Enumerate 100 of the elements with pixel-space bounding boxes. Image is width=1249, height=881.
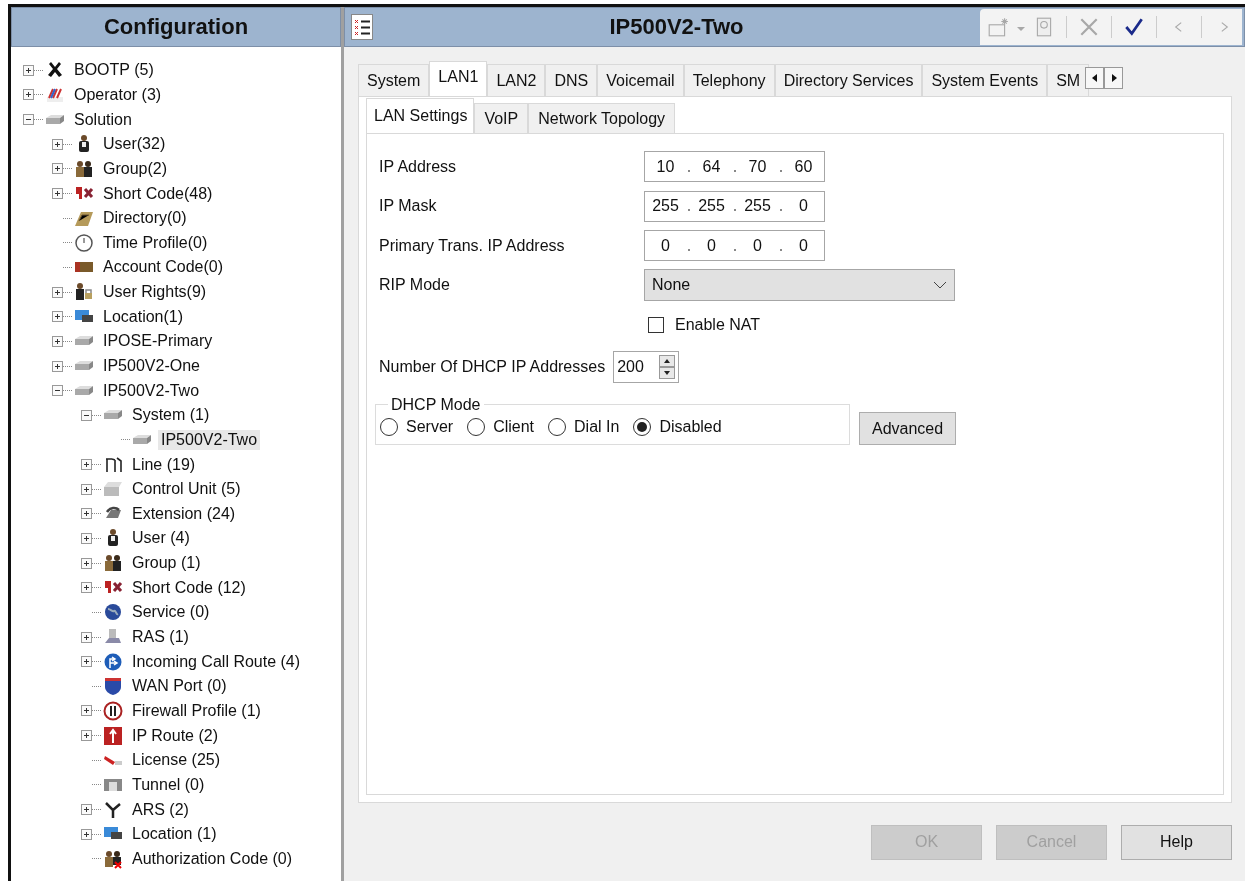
expand-toggle[interactable] (81, 557, 92, 569)
tree-item[interactable]: Tunnel (0) (129, 774, 208, 795)
checkbox[interactable] (648, 316, 664, 333)
globe-icon (103, 602, 123, 623)
tree-item[interactable]: Operator (3) (71, 84, 165, 105)
tree-item[interactable]: IP500V2-One (100, 356, 203, 376)
tree-item[interactable]: IP500V2-Two (100, 380, 203, 401)
expand-toggle[interactable] (81, 533, 92, 544)
tab[interactable]: System (358, 64, 430, 96)
expand-toggle[interactable] (52, 163, 63, 175)
expand-toggle[interactable] (81, 483, 92, 495)
advanced-button[interactable]: Advanced (859, 411, 957, 445)
shield-sign-icon (103, 676, 123, 697)
tree-item[interactable]: Group (1) (129, 553, 204, 574)
tree-item[interactable]: Line (19) (129, 454, 199, 475)
field-label: Number Of DHCP IP Addresses (379, 358, 606, 376)
ip-address-field[interactable]: 0 0 0 0 (644, 230, 825, 262)
tree-item[interactable]: ARS (2) (129, 799, 192, 820)
collapse-toggle[interactable] (81, 409, 92, 421)
expand-toggle[interactable] (23, 89, 34, 101)
tree-item[interactable]: User(32) (100, 134, 169, 155)
scroll-right-icon[interactable] (1104, 67, 1124, 89)
tab[interactable]: LAN Settings (366, 98, 475, 133)
tab[interactable]: Voicemail (597, 64, 684, 96)
number-spinner[interactable]: 200 (613, 351, 680, 383)
tree-item[interactable]: Firewall Profile (1) (129, 700, 264, 721)
tree-item[interactable]: Short Code (12) (129, 577, 249, 598)
tree-item[interactable]: License (25) (129, 750, 224, 771)
radio-button[interactable] (548, 417, 567, 436)
expand-toggle[interactable] (81, 508, 92, 520)
dialog-button[interactable]: Help (1121, 824, 1232, 860)
expand-toggle[interactable] (52, 311, 63, 323)
tree-item[interactable]: Extension (24) (129, 503, 239, 524)
tree-item[interactable]: WAN Port (0) (129, 676, 230, 697)
expand-toggle[interactable] (52, 360, 63, 372)
radio-button[interactable] (467, 417, 486, 436)
expand-toggle[interactable] (81, 804, 92, 816)
tree-item[interactable]: Incoming Call Route (4) (129, 651, 304, 672)
tab[interactable]: Telephony (683, 64, 775, 96)
ip-address-field[interactable]: 255 255 255 0 (644, 190, 825, 222)
menu-icon[interactable] (351, 14, 373, 40)
dropdown[interactable]: None (644, 269, 955, 302)
tab[interactable]: LAN2 (487, 64, 546, 96)
tree-item[interactable]: Account Code(0) (100, 257, 227, 278)
expand-toggle[interactable] (52, 138, 63, 150)
tree-item[interactable]: Group(2) (100, 158, 171, 179)
ip-address-field[interactable]: 10 64 70 60 (644, 151, 825, 183)
tree-item[interactable]: IP500V2-Two (158, 429, 261, 450)
expand-toggle[interactable] (81, 582, 92, 594)
scroll-left-icon[interactable] (1085, 67, 1105, 89)
tree-item[interactable]: User Rights(9) (100, 282, 210, 303)
tab[interactable]: Network Topology (528, 103, 676, 133)
tree-item[interactable]: BOOTP (5) (71, 60, 157, 81)
group-title: DHCP Mode (390, 395, 482, 414)
expand-toggle[interactable] (81, 730, 92, 742)
radio-label: Disabled (659, 417, 722, 436)
expand-toggle[interactable] (81, 459, 92, 471)
radio-button[interactable] (633, 417, 652, 436)
tab[interactable]: VoIP (474, 103, 529, 133)
tab[interactable]: DNS (545, 64, 598, 96)
tree-item[interactable]: User (4) (129, 528, 193, 549)
collapse-toggle[interactable] (52, 385, 63, 397)
field-label: RIP Mode (379, 276, 451, 295)
expand-toggle[interactable] (23, 64, 34, 76)
tree-item[interactable]: Location (1) (129, 824, 220, 845)
tree-item[interactable]: System (1) (129, 405, 213, 426)
panel-title: Configuration (11, 7, 341, 47)
tree-item[interactable]: Directory(0) (100, 208, 190, 229)
expand-toggle[interactable] (81, 828, 92, 840)
expand-toggle[interactable] (52, 286, 63, 298)
tree-item[interactable]: Solution (71, 109, 135, 130)
expand-toggle[interactable] (81, 656, 92, 668)
expand-toggle[interactable] (81, 631, 92, 643)
tree-item[interactable]: Location(1) (100, 306, 187, 327)
tree-item[interactable]: IPOSE-Primary (100, 331, 216, 352)
tree-item[interactable]: Control Unit (5) (129, 479, 244, 500)
collapse-toggle[interactable] (23, 114, 34, 126)
tree-item[interactable]: RAS (1) (129, 627, 192, 648)
tab[interactable]: SM (1047, 64, 1090, 96)
tab[interactable]: LAN1 (429, 61, 488, 96)
tree-item[interactable]: Service (0) (129, 602, 213, 623)
expand-toggle[interactable] (52, 335, 63, 347)
tree-item[interactable]: Short Code(48) (100, 183, 216, 204)
radio-label: Dial In (574, 417, 620, 436)
tab[interactable]: System Events (922, 64, 1048, 96)
window-title: IP500V2-Two (608, 14, 745, 40)
person-lock-icon (74, 282, 94, 303)
tree-item[interactable]: Time Profile(0) (100, 232, 211, 253)
fork-icon (103, 799, 123, 820)
people-icon (103, 553, 123, 574)
tree-item[interactable]: Authorization Code (0) (129, 848, 296, 869)
field-label: IP Address (379, 157, 458, 176)
tab[interactable]: Directory Services (774, 64, 923, 96)
radio-button[interactable] (380, 417, 398, 436)
expand-toggle[interactable] (81, 705, 92, 717)
firewall-icon (103, 700, 123, 721)
expand-toggle[interactable] (52, 188, 63, 199)
field-label: IP Mask (379, 197, 438, 216)
tree-item[interactable]: IP Route (2) (129, 725, 221, 746)
people-icon (74, 158, 94, 179)
